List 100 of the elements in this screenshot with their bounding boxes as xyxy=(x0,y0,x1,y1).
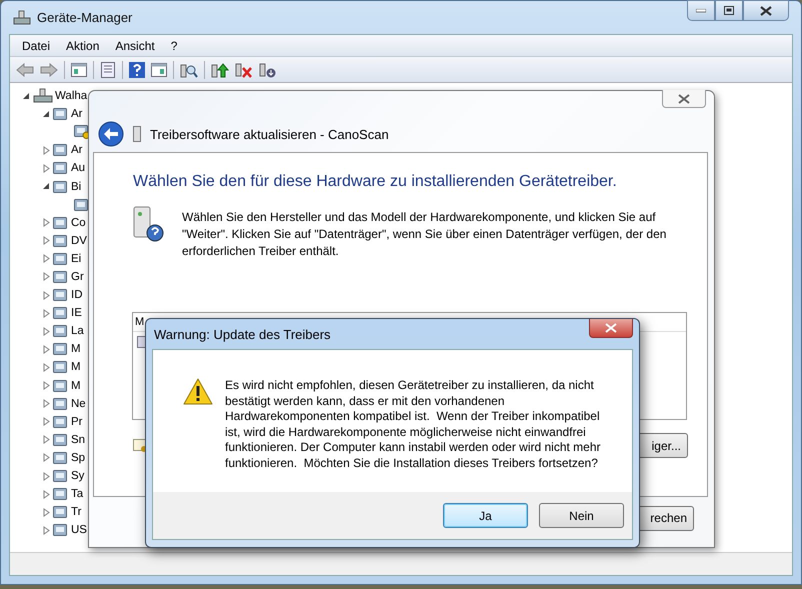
computer-icon xyxy=(33,88,53,104)
expand-arrow-icon[interactable] xyxy=(42,236,51,246)
tree-item[interactable]: La xyxy=(71,325,84,338)
menu-item[interactable]: Ansicht xyxy=(107,38,163,52)
menu-item[interactable]: ? xyxy=(162,38,186,52)
device-icon xyxy=(53,506,69,518)
menu-item[interactable]: Aktion xyxy=(58,38,108,52)
tree-item[interactable]: M xyxy=(71,343,81,356)
expand-arrow-icon[interactable] xyxy=(42,362,51,372)
collapse-arrow-icon[interactable] xyxy=(22,92,31,101)
dialog-title: Warnung: Update des Treibers xyxy=(153,326,331,342)
help-icon[interactable] xyxy=(129,62,145,78)
close-button[interactable] xyxy=(662,90,706,108)
dialog-button[interactable]: Ja xyxy=(443,503,528,528)
device-icon xyxy=(53,343,69,356)
tree-item[interactable]: Sy xyxy=(71,470,84,482)
device-icon xyxy=(53,416,69,428)
expand-arrow-icon[interactable] xyxy=(42,508,51,517)
tree-item[interactable]: Au xyxy=(71,162,86,174)
uninstall-icon[interactable] xyxy=(235,62,253,78)
device-icon xyxy=(53,180,69,193)
close-button[interactable] xyxy=(743,0,789,21)
expand-arrow-icon[interactable] xyxy=(42,218,51,228)
expand-arrow-icon[interactable] xyxy=(42,526,51,535)
maximize-icon xyxy=(724,6,734,15)
tree-item[interactable]: DV xyxy=(71,234,87,247)
device-icon xyxy=(53,398,69,410)
device-icon xyxy=(74,198,90,211)
tree-item[interactable]: Sn xyxy=(71,434,86,446)
disable-device-icon[interactable] xyxy=(259,62,277,78)
minimize-icon xyxy=(696,8,706,12)
expand-arrow-icon[interactable] xyxy=(42,399,51,408)
device-icon xyxy=(53,488,69,500)
device-icon xyxy=(53,307,69,320)
properties-icon[interactable] xyxy=(100,62,116,78)
device-icon xyxy=(53,108,69,120)
expand-arrow-icon[interactable] xyxy=(42,490,51,499)
tree-item[interactable]: US xyxy=(71,524,87,536)
collapse-arrow-icon[interactable] xyxy=(42,110,51,119)
device-icon xyxy=(53,470,69,482)
forward-arrow-icon[interactable] xyxy=(40,62,58,76)
panel-icon[interactable] xyxy=(151,62,167,76)
expand-arrow-icon[interactable] xyxy=(42,417,51,426)
expand-arrow-icon[interactable] xyxy=(42,254,51,264)
expand-arrow-icon[interactable] xyxy=(42,344,51,354)
expand-arrow-icon[interactable] xyxy=(42,272,51,282)
expand-arrow-icon[interactable] xyxy=(42,146,51,155)
menu-item[interactable]: Datei xyxy=(14,38,58,52)
warning-message: Es wird nicht empfohlen, diesen Gerätetreiber zu installieren, da nicht bestätigt werden kann, dass er mit den vorhandenen Hardwarekomponenten kompatibel ist. Wenn der Treiber inkompatibel ist, wird die Hardwarekomponente möglicherweise nicht einwandfrei funktionieren. Der Computer kann instabil werden oder wird nicht mehr funktionieren. Möchten Sie die Installation dieses Treibers fortsetzen? xyxy=(225,378,601,472)
maximize-button[interactable] xyxy=(715,0,743,21)
expand-arrow-icon[interactable] xyxy=(42,435,51,444)
expand-arrow-icon[interactable] xyxy=(42,381,51,390)
scan-hardware-icon[interactable] xyxy=(180,62,198,78)
tree-item[interactable]: Sp xyxy=(71,452,86,464)
tree-item[interactable]: M xyxy=(71,361,81,374)
expand-arrow-icon[interactable] xyxy=(42,164,51,173)
dialog-button[interactable]: Nein xyxy=(539,503,624,528)
device-icon xyxy=(53,434,69,446)
tree-item[interactable]: Tr xyxy=(71,506,82,518)
minimize-button[interactable] xyxy=(687,0,715,21)
device-icon xyxy=(53,524,69,536)
expand-arrow-icon[interactable] xyxy=(42,290,51,300)
tree-item[interactable]: M xyxy=(71,380,81,392)
tree-item[interactable]: ID xyxy=(71,289,82,302)
tree-item[interactable]: Ar xyxy=(71,108,82,120)
close-icon xyxy=(760,6,772,16)
tree-item[interactable]: Co xyxy=(71,216,86,229)
tree-item[interactable]: Bi xyxy=(71,180,82,193)
expand-arrow-icon[interactable] xyxy=(42,308,51,318)
expand-arrow-icon[interactable] xyxy=(42,453,51,462)
device-icon xyxy=(53,144,69,156)
close-icon xyxy=(605,323,617,333)
collapse-arrow-icon[interactable] xyxy=(42,182,51,192)
tree-item[interactable]: Pr xyxy=(71,416,82,428)
back-arrow-icon[interactable] xyxy=(16,62,34,76)
column-header[interactable]: M xyxy=(135,316,144,328)
expand-arrow-icon[interactable] xyxy=(42,472,51,481)
device-icon xyxy=(53,216,69,229)
device-icon xyxy=(53,234,69,247)
device-icon xyxy=(53,452,69,464)
update-driver-icon[interactable] xyxy=(211,62,229,78)
tree-item[interactable]: Ar xyxy=(71,144,82,156)
device-icon xyxy=(53,325,69,338)
close-button[interactable] xyxy=(589,319,633,338)
tree-item[interactable]: Ei xyxy=(71,252,82,265)
expand-arrow-icon[interactable] xyxy=(42,326,51,336)
warning-device-icon xyxy=(74,125,90,140)
tree-item[interactable]: Ne xyxy=(71,398,86,410)
tree-item[interactable]: Ta xyxy=(71,488,84,500)
device-icon xyxy=(53,252,69,265)
tree-item[interactable]: Walha xyxy=(55,90,88,102)
computer-icon xyxy=(13,10,31,26)
back-button[interactable] xyxy=(98,121,124,147)
device-icon xyxy=(53,289,69,302)
dialog-title: Treibersoftware aktualisieren - CanoScan xyxy=(150,126,389,142)
window-title: Geräte-Manager xyxy=(37,10,132,25)
tree-item[interactable]: Gr xyxy=(71,270,84,283)
tree-item[interactable]: IE xyxy=(71,307,82,320)
panel-icon[interactable] xyxy=(71,62,87,76)
heading: Wählen Sie den für diese Hardware zu installierenden Gerätetreiber. xyxy=(133,173,618,191)
